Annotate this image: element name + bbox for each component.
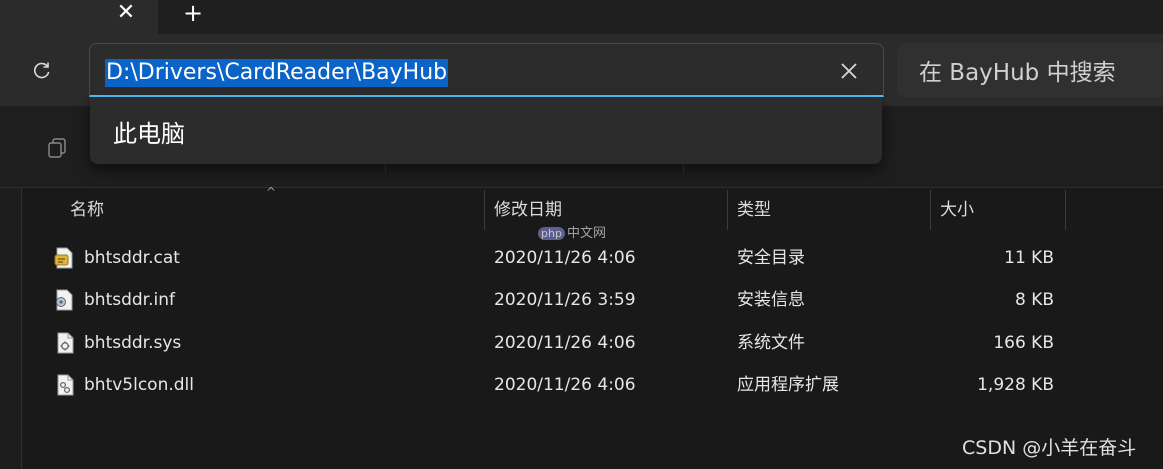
column-header-size[interactable]: 大小 (940, 198, 974, 222)
column-header-name[interactable]: 名称 (70, 198, 104, 222)
file-type: 系统文件 (737, 333, 805, 353)
suggestion-this-pc[interactable]: 此电脑 (113, 118, 185, 150)
sort-ascending-icon: ^ (266, 185, 277, 199)
php-watermark-logo: php 中文网 (538, 226, 606, 242)
refresh-icon[interactable] (30, 58, 54, 82)
file-modified: 2020/11/26 4:06 (494, 375, 636, 395)
file-size: 166 KB (993, 333, 1054, 353)
close-tab-icon[interactable]: ✕ (113, 0, 139, 26)
file-modified: 2020/11/26 4:06 (494, 333, 636, 353)
dll-file-icon (55, 374, 75, 396)
php-logo-right: 中文网 (566, 226, 606, 241)
column-divider[interactable] (1065, 190, 1066, 230)
file-name[interactable]: bhtsddr.sys (84, 331, 181, 355)
file-modified: 2020/11/26 4:06 (494, 248, 636, 268)
file-size: 8 KB (1014, 290, 1054, 310)
file-modified: 2020/11/26 3:59 (494, 290, 636, 310)
address-path-input[interactable]: D:\Drivers\CardReader\BayHub (105, 59, 449, 87)
pane-divider (21, 188, 22, 469)
file-name[interactable]: bhtsddr.inf (84, 288, 175, 312)
column-divider[interactable] (930, 190, 931, 230)
file-size: 11 KB (1004, 248, 1054, 268)
file-name[interactable]: bhtsddr.cat (84, 246, 180, 270)
address-suggestions-dropdown (90, 98, 882, 164)
setup-info-file-icon (54, 289, 74, 311)
column-header-modified[interactable]: 修改日期 (494, 198, 562, 222)
clear-address-icon[interactable] (836, 58, 862, 84)
php-logo-left: php (538, 227, 565, 240)
file-type: 应用程序扩展 (737, 375, 839, 395)
file-name[interactable]: bhtv5lcon.dll (84, 373, 194, 397)
copy-icon[interactable] (46, 136, 70, 160)
new-tab-icon[interactable]: + (180, 0, 206, 26)
search-input[interactable]: 在 BayHub 中搜索 (919, 58, 1116, 88)
security-catalog-icon (54, 247, 74, 269)
column-header-type[interactable]: 类型 (737, 198, 771, 222)
column-divider[interactable] (727, 190, 728, 230)
navigation-pane (0, 188, 23, 469)
tab-strip (0, 0, 1163, 34)
system-file-icon (55, 332, 75, 354)
csdn-watermark: CSDN @小羊在奋斗 (962, 437, 1137, 459)
file-size: 1,928 KB (977, 375, 1054, 395)
file-type: 安全目录 (737, 248, 805, 268)
column-divider[interactable] (484, 190, 485, 230)
file-type: 安装信息 (737, 290, 805, 310)
